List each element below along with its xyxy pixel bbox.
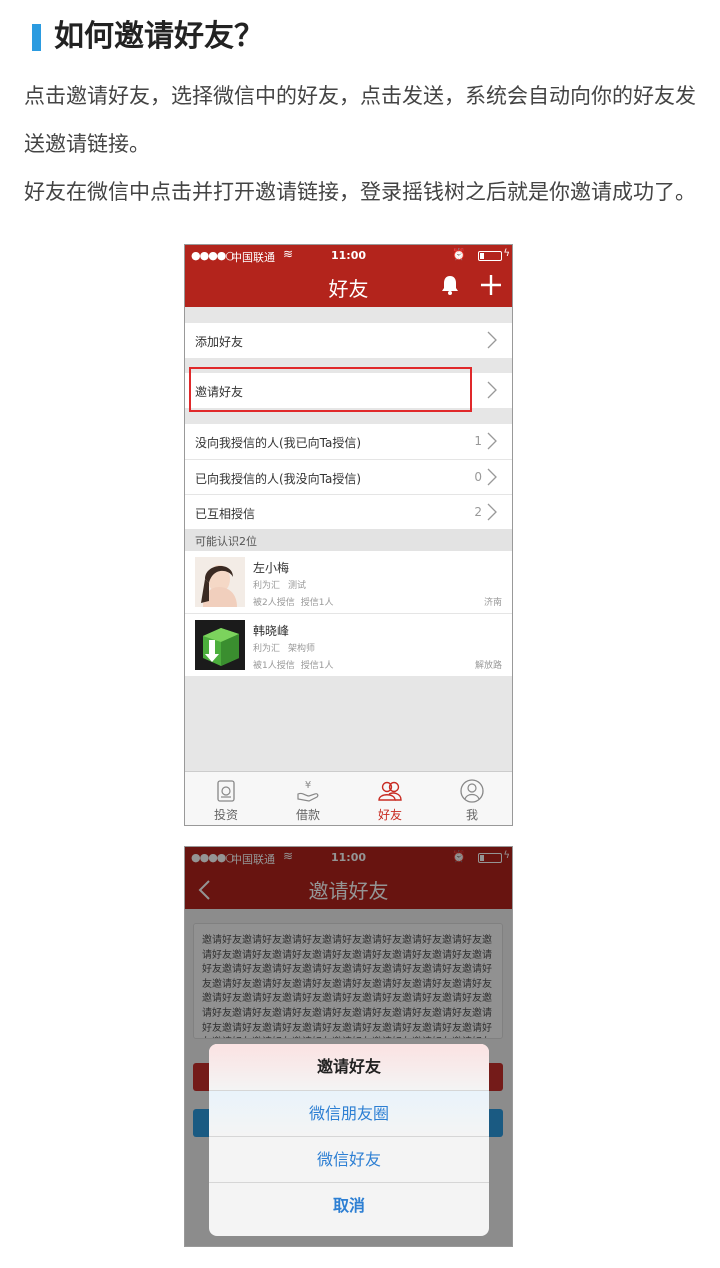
person-meta: 利为汇 测试 [253,578,306,591]
trust-row-label: 没向我授信的人(我已向Ta授信) [195,436,362,450]
trusted-by-count: 被2人授信 [253,598,295,608]
avatar [195,557,245,607]
battery-icon [478,251,502,261]
trust-row-untrusted-by-them[interactable]: 没向我授信的人(我已向Ta授信) 1 [185,424,512,459]
plus-icon[interactable] [479,273,503,297]
share-action-sheet: 邀请好友 微信朋友圈 微信好友 取消 [209,1044,489,1236]
page-title: 如何邀请好友？ [54,19,264,54]
nav-bar: ●●●●○ 中国联通 ≋ 11:00 ⏰ ϟ 好友 [185,245,512,307]
instruction-paragraph-2: 好友在微信中点击并打开邀请链接，登录摇钱树之后就是你邀请成功了。 [24,180,696,204]
trust-row-label: 已互相授信 [195,507,256,521]
sheet-title: 邀请好友 [209,1044,489,1090]
person-stats: 被2人授信 授信1人 [253,595,333,608]
tab-bar: 投资 ¥ 借款 好友 我 [185,771,512,825]
bell-icon[interactable] [441,275,459,295]
trust-row-label: 已向我授信的人(我没向Ta授信) [195,472,362,486]
chevron-right-icon [487,331,497,349]
svg-text:¥: ¥ [305,780,311,791]
tab-label: 好友 [377,808,402,822]
wechat-friend-button[interactable]: 微信好友 [209,1136,489,1182]
trusted-by-count: 被1人授信 [253,661,295,671]
avatar [195,620,245,670]
person-location: 解放路 [474,661,502,671]
trusts-count: 授信1人 [300,598,334,608]
person-card[interactable]: 韩晓峰 利为汇 架构师 被1人授信 授信1人 解放路 [185,614,512,676]
loan-icon: ¥ [297,780,319,802]
person-role: 测试 [288,581,307,591]
trust-row-count: 0 [474,470,482,484]
alarm-icon: ⏰ [452,248,466,261]
person-card[interactable]: 左小梅 利为汇 测试 被2人授信 授信1人 济南 [185,551,512,613]
me-icon [460,779,484,803]
friends-screen: ●●●●○ 中国联通 ≋ 11:00 ⏰ ϟ 好友 添加好友 邀请好友 没向我授… [184,244,513,826]
tab-label: 借款 [295,808,320,822]
person-company: 利为汇 [253,581,281,591]
person-stats: 被1人授信 授信1人 [253,658,333,671]
tab-me[interactable]: 我 [431,772,512,825]
cancel-button[interactable]: 取消 [209,1182,489,1228]
section-header: 可能认识2位 [185,529,512,551]
tab-friends[interactable]: 好友 [349,772,431,825]
person-company: 利为汇 [253,644,281,654]
person-name: 左小梅 [253,561,290,575]
add-friend-label: 添加好友 [195,335,244,349]
chevron-right-icon [487,468,497,486]
instruction-paragraph-1: 点击邀请好友，选择微信中的好友，点击发送，系统会自动向你的好友发送邀请链接。 [24,84,696,156]
chevron-right-icon [487,381,497,399]
nav-title: 好友 [328,277,369,301]
invite-screen: ●●●●○ 中国联通 ≋ 11:00 ⏰ ϟ 邀请好友 邀请好友邀请好友邀请好友… [184,846,513,1247]
person-name: 韩晓峰 [253,624,290,638]
person-role: 架构师 [288,644,316,654]
trust-row-count: 2 [474,505,482,519]
tab-label: 投资 [213,808,238,822]
add-friend-row[interactable]: 添加好友 [185,323,512,358]
friends-icon [378,781,402,801]
title-accent-bar [32,24,41,51]
chevron-right-icon [487,432,497,450]
status-bar: ●●●●○ 中国联通 ≋ 11:00 ⏰ ϟ [185,245,512,267]
trust-row-count: 1 [474,434,482,448]
trusts-count: 授信1人 [300,661,334,671]
wechat-moments-button[interactable]: 微信朋友圈 [209,1090,489,1136]
charging-icon: ϟ [503,248,510,259]
highlight-box [189,367,472,412]
tab-label: 我 [465,808,478,822]
trust-row-untrusted-by-me[interactable]: 已向我授信的人(我没向Ta授信) 0 [185,459,512,494]
trust-row-mutual[interactable]: 已互相授信 2 [185,494,512,529]
invest-icon [217,780,235,802]
tab-loan[interactable]: ¥ 借款 [267,772,349,825]
person-location: 济南 [483,598,502,608]
person-meta: 利为汇 架构师 [253,641,315,654]
tab-invest[interactable]: 投资 [185,772,267,825]
chevron-right-icon [487,503,497,521]
